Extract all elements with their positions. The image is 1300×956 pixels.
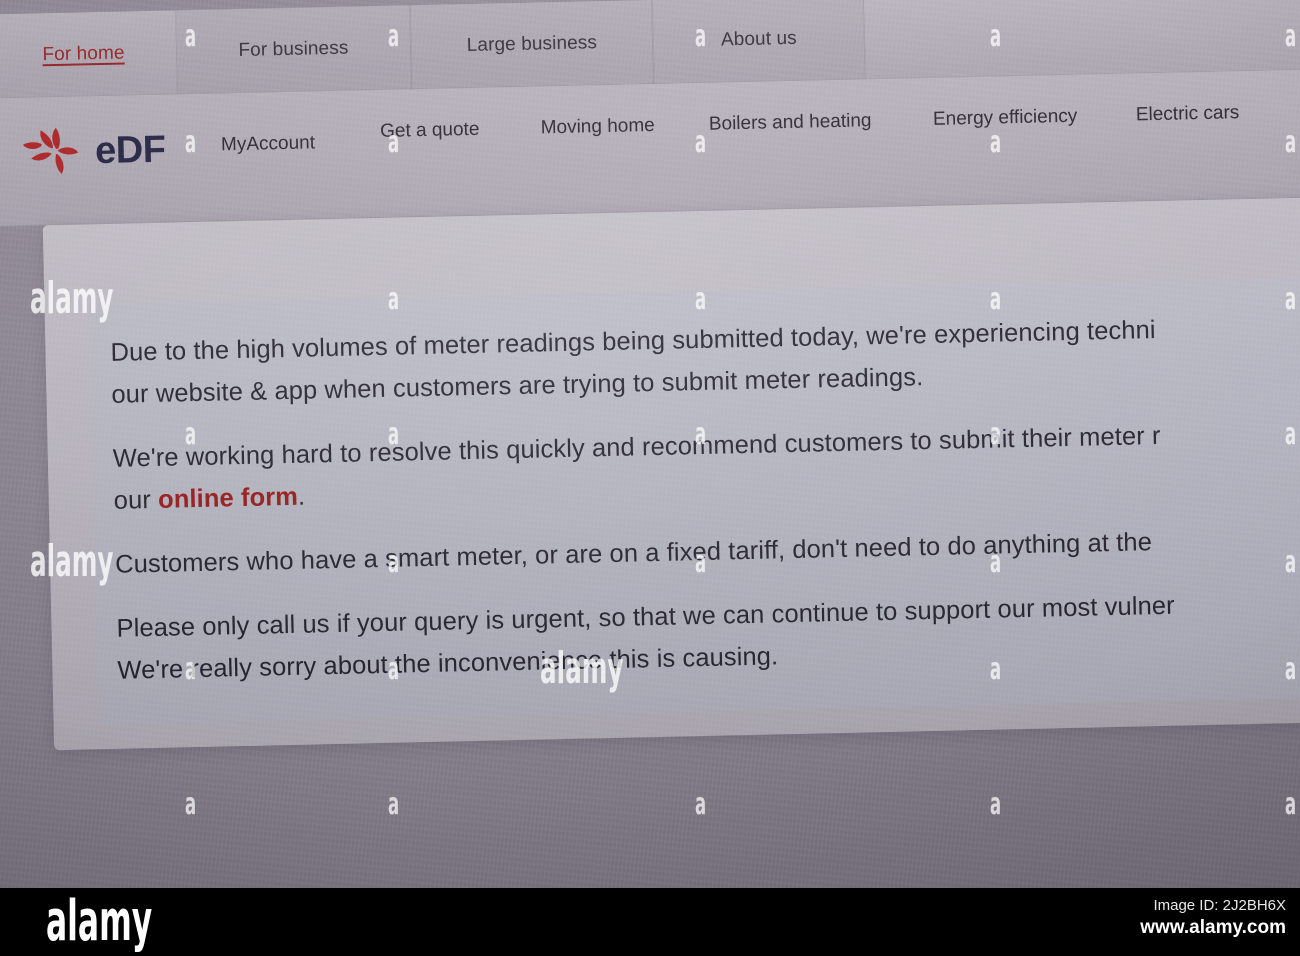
notice-line: . <box>297 482 306 511</box>
alamy-image-id: Image ID: 2J2BH6X <box>1153 897 1286 914</box>
nav-item-label: MyAccount <box>220 132 316 156</box>
top-tab-label: Large business <box>466 32 598 57</box>
top-tab-label: About us <box>720 27 797 51</box>
top-tab-label: For home <box>42 42 125 66</box>
notice-line: Please only call us if your query is urg… <box>116 591 1175 643</box>
nav-item-label: Energy efficiency <box>932 105 1078 130</box>
nav-item-label: Get a quote <box>379 118 480 142</box>
nav-item-energy-efficiency[interactable]: Energy efficiency <box>912 104 1097 131</box>
top-tab-label: For business <box>238 37 349 61</box>
top-tab-for-home[interactable]: For home <box>0 10 177 98</box>
service-notice-text: Due to the high volumes of meter reading… <box>110 303 1300 713</box>
nav-item-label: Boilers and heating <box>708 110 872 135</box>
notice-paragraph-4: Please only call us if your query is urg… <box>116 579 1300 691</box>
nav-item-moving-home[interactable]: Moving home <box>527 114 667 140</box>
top-tab-for-business[interactable]: For business <box>175 5 412 95</box>
edf-logo[interactable]: eDF <box>20 116 201 186</box>
nav-item-myaccount[interactable]: MyAccount <box>188 131 348 157</box>
notice-paragraph-2: We're working hard to resolve this quick… <box>112 409 1300 521</box>
screen-photo: For home For business Large business Abo… <box>0 0 1300 888</box>
notice-line: our website & app when customers are try… <box>111 363 924 409</box>
alamy-website[interactable]: www.alamy.com <box>1140 916 1286 940</box>
alamy-footer-bar: alamy Image ID: 2J2BH6X www.alamy.com <box>0 888 1300 956</box>
top-tab-about-us[interactable]: About us <box>651 0 866 84</box>
edf-flower-logo-icon <box>22 127 79 174</box>
notice-paragraph-3: Customers who have a smart meter, or are… <box>115 515 1300 585</box>
edf-wordmark: eDF <box>94 128 166 172</box>
edf-website-page: For home For business Large business Abo… <box>0 0 1300 888</box>
alamy-footer-meta: Image ID: 2J2BH6X www.alamy.com <box>1140 896 1286 940</box>
notice-line: our <box>113 485 159 515</box>
nav-item-electric-cars[interactable]: Electric cars <box>1112 101 1262 127</box>
notice-line: We're really sorry about the inconvenien… <box>117 642 779 685</box>
service-notice-card: Due to the high volumes of meter reading… <box>42 197 1300 751</box>
monitor-screen-surface: For home For business Large business Abo… <box>0 0 1300 888</box>
notice-line: Customers who have a smart meter, or are… <box>114 528 1153 579</box>
alamy-logo: alamy <box>46 889 153 954</box>
nav-item-get-a-quote[interactable]: Get a quote <box>365 117 495 143</box>
nav-item-boilers-and-heating[interactable]: Boilers and heating <box>697 109 882 136</box>
top-tab-large-business[interactable]: Large business <box>410 0 654 90</box>
nav-item-label: Electric cars <box>1135 102 1240 126</box>
online-form-link[interactable]: online form <box>158 483 299 514</box>
nav-item-label: Moving home <box>540 114 655 139</box>
notice-line: We're working hard to resolve this quick… <box>112 421 1161 473</box>
